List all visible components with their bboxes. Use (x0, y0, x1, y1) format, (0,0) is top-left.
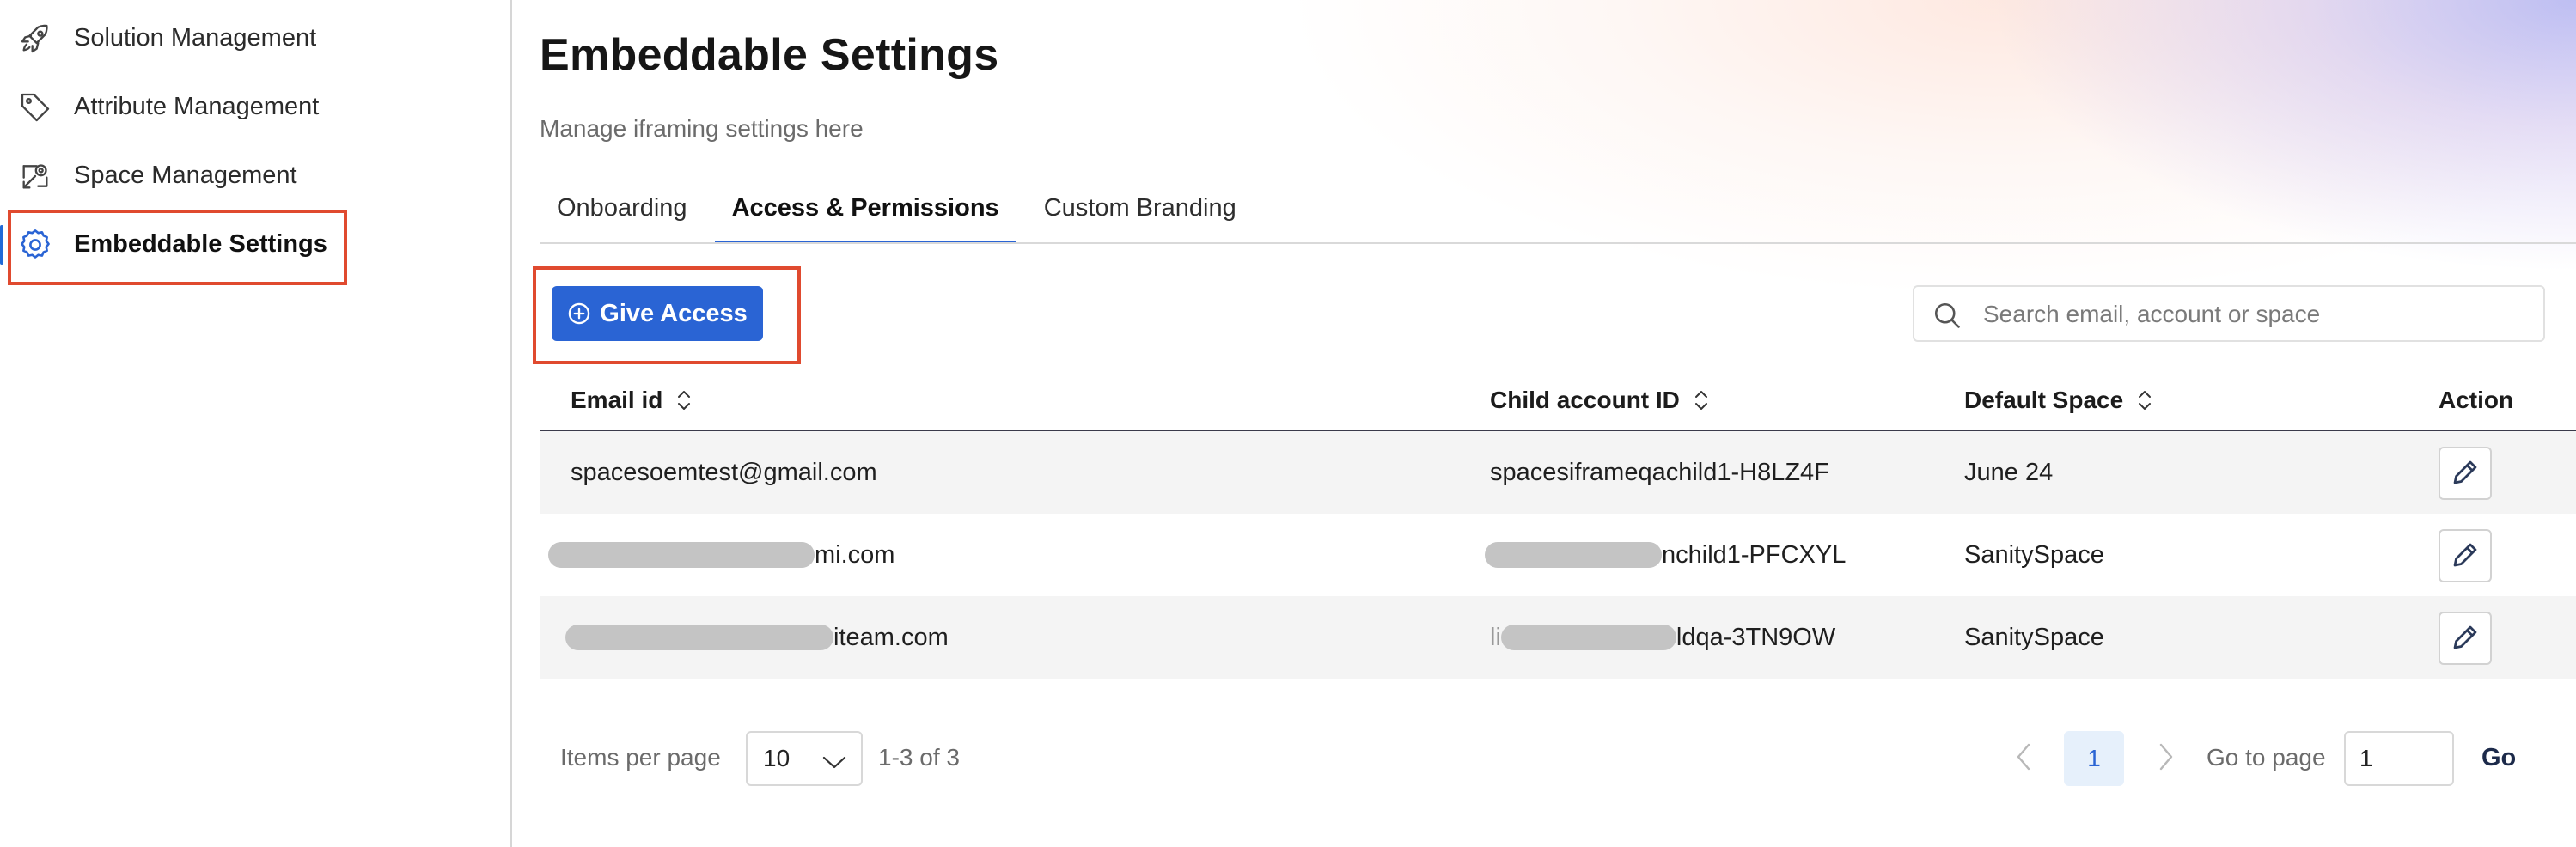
active-indicator (0, 225, 3, 265)
sidebar-item-label: Attribute Management (74, 92, 320, 120)
child-account-cell: nchild1-PFCXYL (1485, 514, 1846, 596)
tab-onboarding[interactable]: Onboarding (540, 172, 705, 244)
access-table: Email id Child account ID Default Space … (540, 369, 2576, 679)
child-account-cell: li ldqa-3TN9OW (1490, 623, 1836, 651)
redacted-text (1485, 542, 1662, 568)
edit-button[interactable] (2439, 447, 2492, 500)
search-input[interactable] (1983, 294, 2533, 335)
page-1-button[interactable]: 1 (2064, 731, 2124, 786)
chevron-right-icon (2157, 741, 2176, 777)
table-row: mi.com nchild1-PFCXYL SanitySpace (540, 514, 2576, 596)
goto-page-input[interactable] (2344, 731, 2454, 786)
search-icon (1932, 300, 1963, 331)
sidebar-item-space-management[interactable]: Space Management (0, 141, 512, 210)
give-access-label: Give Access (600, 299, 748, 327)
chevron-down-icon (821, 750, 847, 769)
column-header-default-space: Default Space (1964, 369, 2152, 431)
page-title: Embeddable Settings (540, 30, 999, 80)
sort-icon[interactable] (676, 388, 692, 412)
table-row: spacesoemtest@gmail.com spacesiframeqach… (540, 431, 2576, 514)
sidebar-item-label: Space Management (74, 161, 297, 189)
edit-button[interactable] (2439, 612, 2492, 665)
redacted-text (565, 625, 833, 650)
sort-icon[interactable] (1694, 388, 1709, 412)
sidebar-item-label: Embeddable Settings (74, 229, 327, 258)
pencil-icon (2450, 622, 2481, 655)
pencil-icon (2450, 539, 2481, 573)
tabs-divider (540, 242, 2576, 244)
tab-access-permissions[interactable]: Access & Permissions (714, 172, 1016, 244)
chevron-left-icon (2014, 741, 2033, 777)
next-page-button[interactable] (2145, 735, 2188, 782)
edit-button[interactable] (2439, 529, 2492, 582)
tab-custom-branding[interactable]: Custom Branding (1027, 172, 1254, 244)
go-button[interactable]: Go (2481, 744, 2516, 772)
sort-icon[interactable] (2137, 388, 2152, 412)
sidebar-item-solution-management[interactable]: Solution Management (0, 3, 512, 72)
table-row: iteam.com li ldqa-3TN9OW SanitySpace (540, 596, 2576, 679)
tabs: Onboarding Access & Permissions Custom B… (540, 172, 1254, 244)
space-icon (17, 158, 53, 194)
email-cell: mi.com (548, 514, 894, 596)
default-space-cell: SanitySpace (1964, 623, 2104, 651)
pagination-range: 1-3 of 3 (878, 744, 960, 771)
email-cell: iteam.com (565, 596, 949, 679)
redacted-text (548, 542, 815, 568)
items-per-page-select[interactable]: 10 (746, 731, 863, 786)
table-header: Email id Child account ID Default Space … (540, 369, 2576, 431)
goto-page-label: Go to page (2207, 744, 2326, 771)
sidebar-item-attribute-management[interactable]: Attribute Management (0, 72, 512, 141)
pencil-icon (2450, 457, 2481, 491)
rocket-icon (17, 21, 53, 57)
tag-icon (17, 89, 53, 125)
default-space-cell: June 24 (1964, 458, 2054, 486)
column-header-action: Action (2439, 387, 2514, 413)
plus-circle-icon (567, 302, 591, 326)
column-header-child-account: Child account ID (1490, 369, 1709, 431)
give-access-button[interactable]: Give Access (552, 286, 763, 341)
sidebar: Solution Management Attribute Management… (0, 0, 512, 847)
email-cell: spacesoemtest@gmail.com (571, 458, 877, 486)
previous-page-button[interactable] (2002, 735, 2045, 782)
default-space-cell: SanitySpace (1964, 540, 2104, 569)
child-account-cell: spacesiframeqachild1-H8LZ4F (1490, 458, 1829, 486)
page-subtitle: Manage iframing settings here (540, 115, 864, 142)
gear-icon (17, 227, 53, 263)
items-per-page-label: Items per page (560, 744, 721, 771)
column-header-email: Email id (571, 369, 692, 431)
main-content: Embeddable Settings Manage iframing sett… (514, 0, 2576, 847)
redacted-text (1500, 625, 1676, 650)
sidebar-item-label: Solution Management (74, 23, 317, 52)
search-box (1913, 285, 2545, 342)
sidebar-item-embeddable-settings[interactable]: Embeddable Settings (0, 210, 512, 278)
